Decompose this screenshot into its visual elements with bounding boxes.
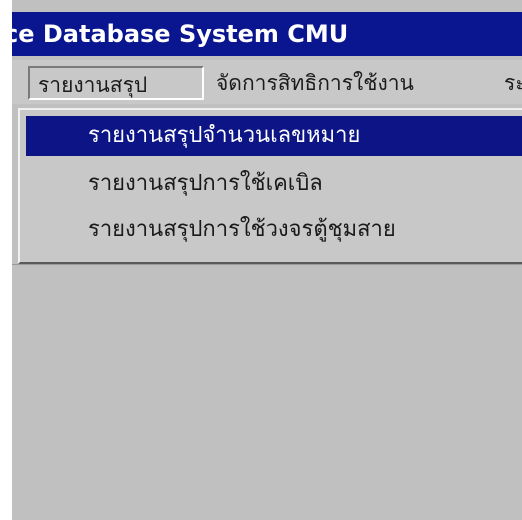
menu-item-cable-usage-report[interactable]: รายงานสรุปการใช้เคเบิล xyxy=(26,164,522,204)
menu-item-exchange-circuit-report[interactable]: รายงานสรุปการใช้วงจรตู้ชุมสาย xyxy=(26,210,522,250)
client-area xyxy=(12,264,522,520)
summary-reports-dropdown: รายงานสรุปจำนวนเลขหมาย รายงานสรุปการใช้เ… xyxy=(18,108,522,264)
menu-bar: รายงานสรุป จัดการสิทธิการใช้งาน ระ xyxy=(12,60,522,104)
app-window: ce Database System CMU รายงานสรุป จัดการ… xyxy=(12,0,522,520)
menu-item-number-count-report[interactable]: รายงานสรุปจำนวนเลขหมาย xyxy=(26,116,522,156)
menu-summary-reports[interactable]: รายงานสรุป xyxy=(28,66,204,100)
title-bar: ce Database System CMU xyxy=(12,12,522,56)
menu-manage-permissions[interactable]: จัดการสิทธิการใช้งาน xyxy=(208,66,422,100)
window-title: ce Database System CMU xyxy=(12,20,349,48)
menu-system[interactable]: ระ xyxy=(496,66,522,100)
